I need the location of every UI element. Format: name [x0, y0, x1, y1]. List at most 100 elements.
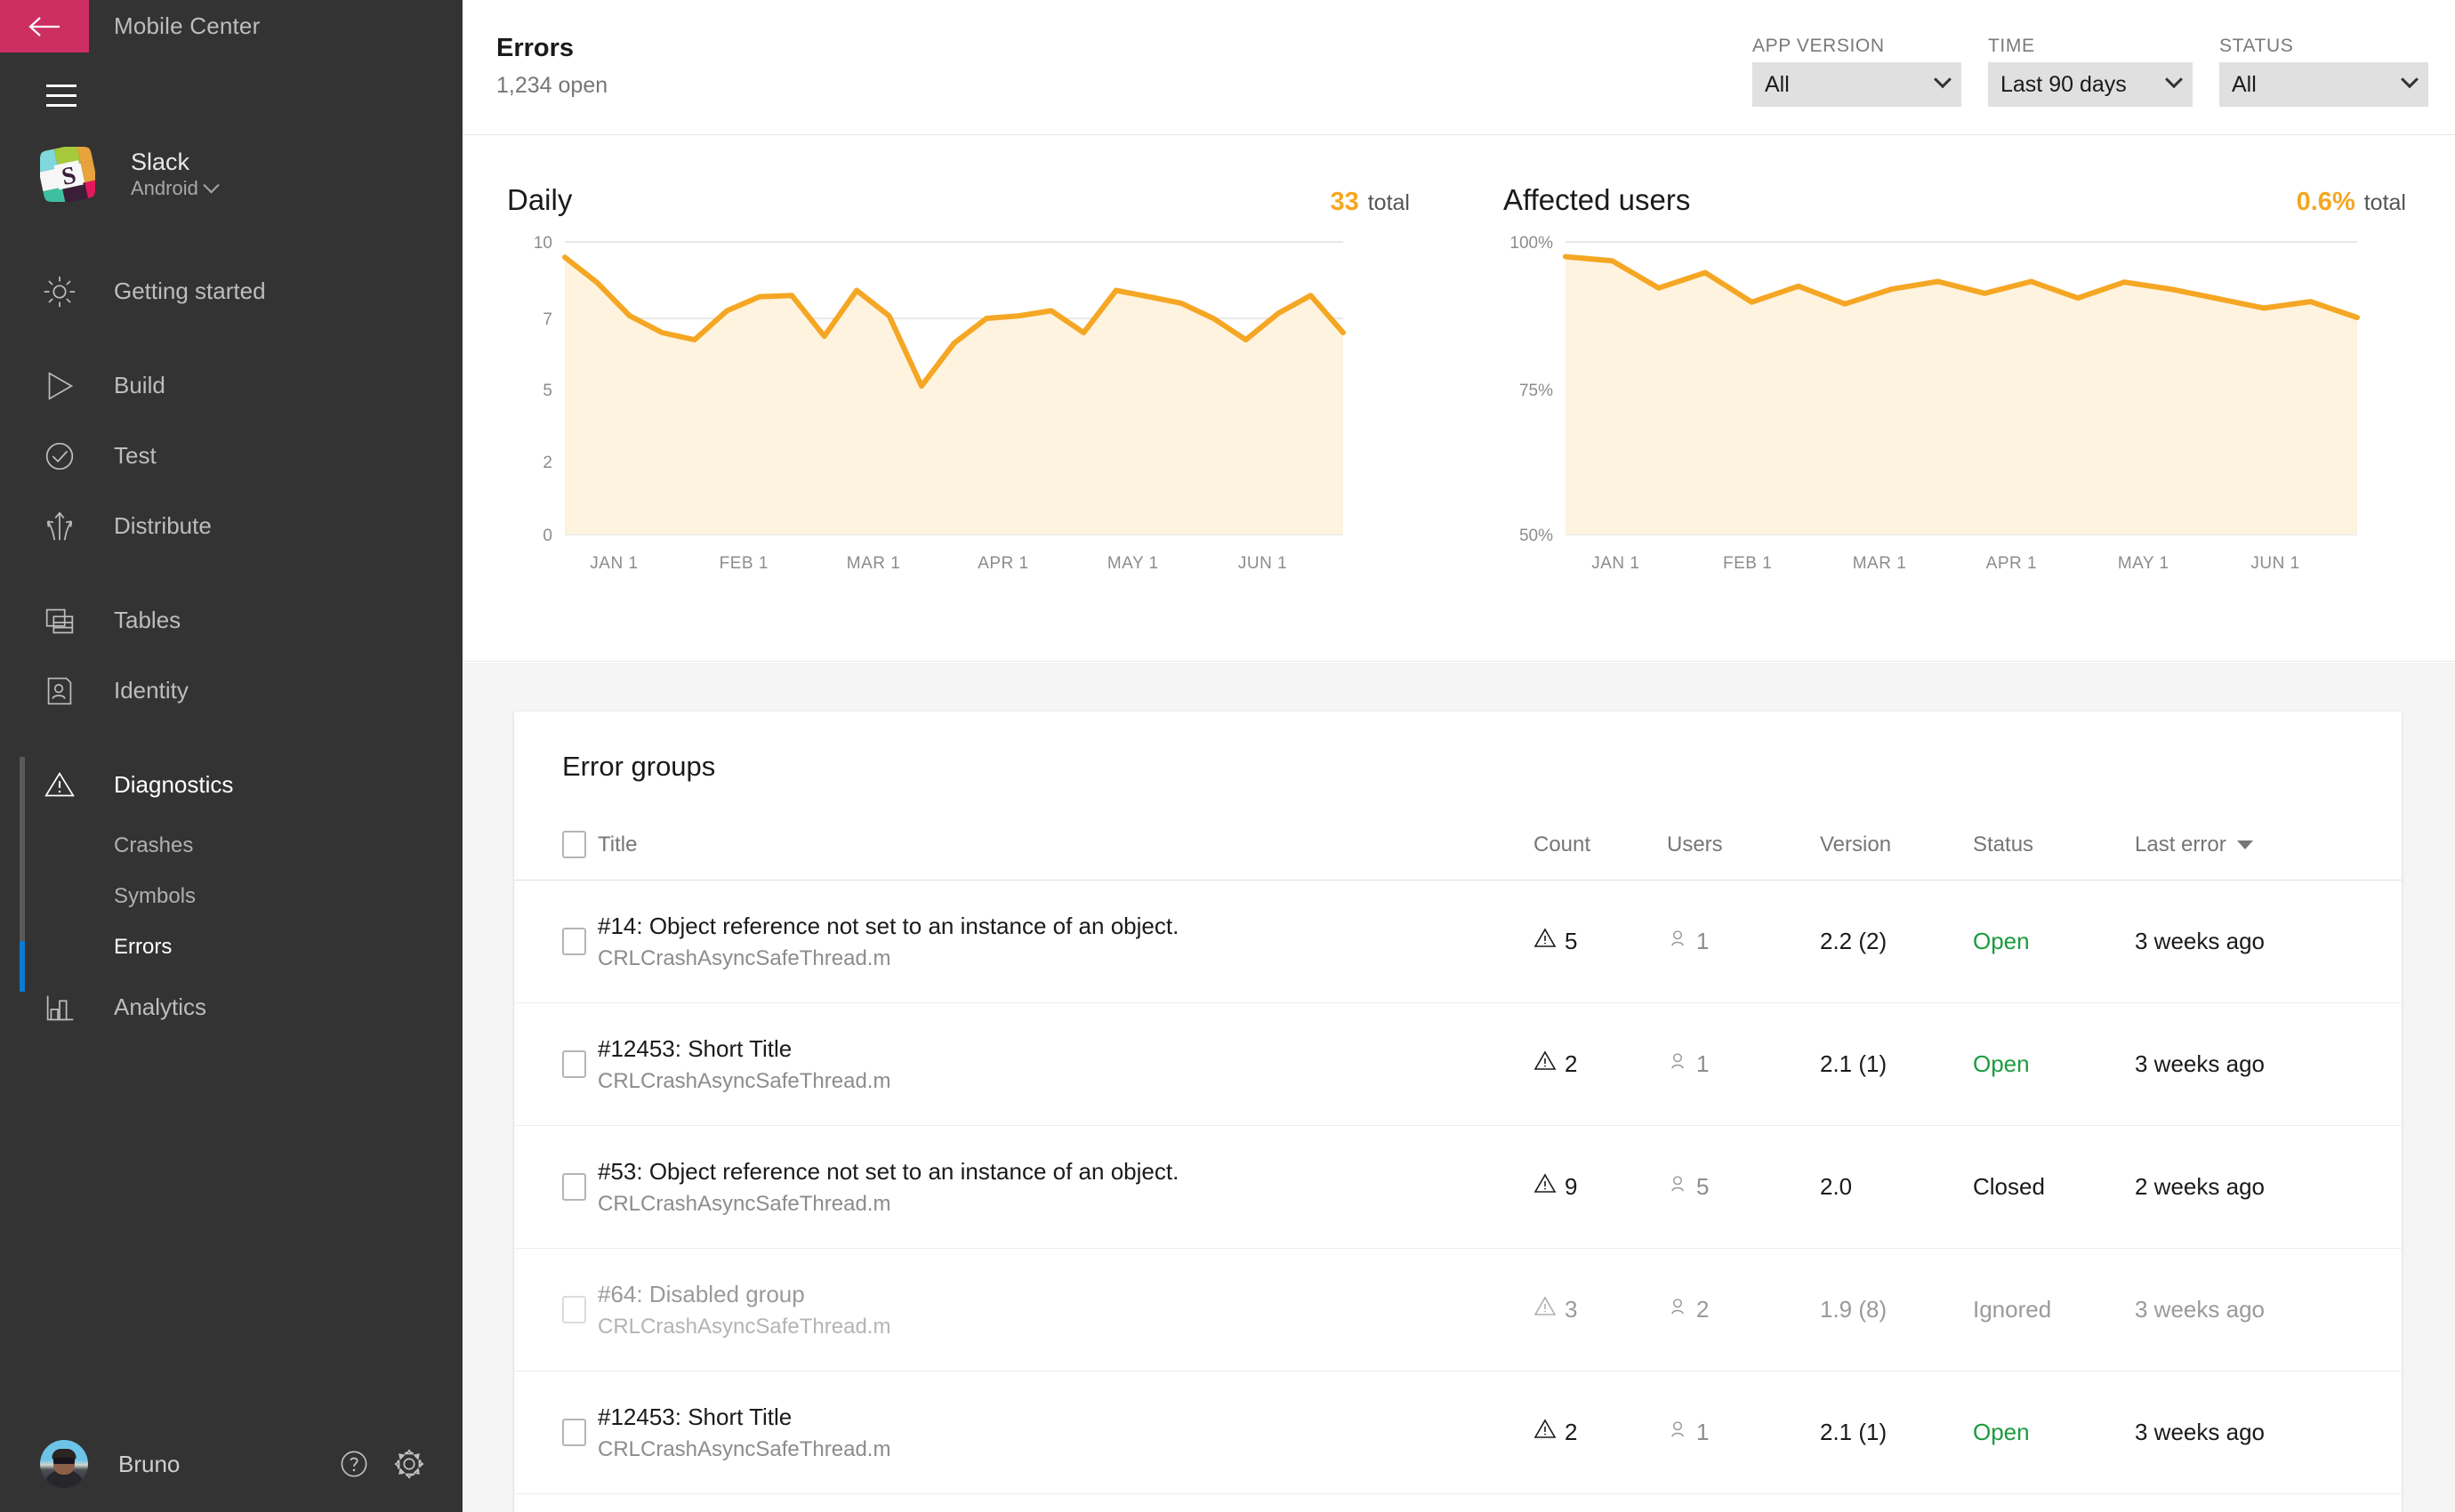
error-title: #14: Object reference not set to an inst… [598, 912, 1179, 939]
th-title[interactable]: Title [598, 816, 1533, 881]
question-circle-icon[interactable] [334, 1444, 374, 1484]
row-last-error-cell: 3 weeks ago [2135, 880, 2402, 1003]
error-groups-table: Title Count Users Version Status Last er… [514, 816, 2402, 1512]
users-value: 1 [1696, 1050, 1710, 1077]
row-select-cell [514, 1002, 598, 1126]
table-row[interactable]: #12453: Short Title CRLCrashAsyncSafeThre… [514, 1371, 2402, 1494]
sidebar-subitem-symbols[interactable]: Symbols [0, 871, 463, 921]
table-row[interactable]: #53: Object reference not set to an inst… [514, 1493, 2402, 1512]
y-tick-label: 2 [543, 454, 552, 472]
hamburger-icon[interactable] [46, 84, 76, 108]
row-count-cell: 9 [1533, 1493, 1667, 1512]
th-label: Count [1533, 832, 1591, 857]
user-icon [1667, 928, 1688, 955]
row-checkbox[interactable] [562, 1173, 586, 1201]
row-checkbox[interactable] [562, 1296, 586, 1323]
card-title: Error groups [562, 751, 716, 782]
app-selector[interactable]: S Slack Android [40, 147, 220, 202]
sidebar-item-label: Tables [114, 607, 181, 633]
x-tick-label: APR 1 [978, 554, 1028, 573]
sidebar-item-distribute[interactable]: Distribute [0, 491, 463, 561]
row-title-cell: #53: Object reference not set to an inst… [598, 1125, 1533, 1249]
back-button[interactable] [0, 0, 89, 52]
th-status[interactable]: Status [1973, 816, 2135, 881]
count-value: 2 [1565, 1419, 1578, 1445]
avatar[interactable] [40, 1440, 88, 1488]
row-status-cell: Open [1973, 1002, 2135, 1126]
chart-daily-svg: 10 7 5 2 0 JAN 1 FEB 1 MAR 1 APR 1 MAY 1 JUN 1 [534, 234, 1346, 573]
gear-icon[interactable] [390, 1444, 429, 1484]
sidebar-item-diagnostics[interactable]: Diagnostics [0, 750, 463, 820]
version-value: 1.9 (8) [1820, 1296, 1888, 1323]
sidebar-subitem-errors[interactable]: Errors [0, 921, 463, 972]
row-last-error-cell: 2 weeks ago [2135, 1125, 2402, 1249]
user-icon [1667, 1173, 1688, 1201]
th-version[interactable]: Version [1820, 816, 1973, 881]
error-file: CRLCrashAsyncSafeThread.m [598, 1191, 891, 1216]
warning-triangle-icon [40, 766, 79, 805]
filter-label: APP VERSION [1752, 36, 1885, 56]
row-users-cell: 1 [1667, 1002, 1820, 1126]
app-name: Slack [131, 149, 190, 175]
x-tick-label: FEB 1 [1723, 554, 1772, 573]
sidebar-item-tables[interactable]: Tables [0, 585, 463, 655]
select-all-checkbox[interactable] [562, 831, 586, 858]
row-version-cell: 2.2 (2) [1820, 880, 1973, 1003]
table-row[interactable]: #53: Object reference not set to an inst… [514, 1125, 2402, 1249]
app-version-select[interactable]: All [1752, 62, 1961, 107]
sidebar-subitem-label: Errors [114, 934, 173, 959]
x-tick-label: MAR 1 [847, 554, 901, 573]
sidebar-item-label: Getting started [114, 277, 266, 304]
table-row[interactable]: #12453: Short Title CRLCrashAsyncSafeThre… [514, 1002, 2402, 1126]
version-value: 2.2 (2) [1820, 928, 1888, 954]
status-badge: Open [1973, 1050, 2030, 1077]
row-users-cell: 1 [1667, 1371, 1820, 1494]
chart-affected-users: Affected users 0.6% total 100% 75% 50% JAN 1… [1459, 135, 2455, 661]
row-checkbox[interactable] [562, 1419, 586, 1446]
sidebar-subitem-crashes[interactable]: Crashes [0, 820, 463, 871]
sidebar: Mobile Center S Slack Android Getting st… [0, 0, 463, 1512]
time-select[interactable]: Last 90 days [1988, 62, 2193, 107]
page-header: Errors 1,234 open APP VERSION All TIME L… [463, 0, 2455, 135]
arrow-left-icon [28, 16, 60, 36]
error-title: #12453: Short Title [598, 1403, 793, 1430]
users-value: 1 [1696, 1419, 1710, 1445]
sidebar-item-identity[interactable]: Identity [0, 655, 463, 726]
x-tick-label: JAN 1 [1591, 554, 1639, 573]
slack-app-icon: S [40, 147, 95, 202]
y-tick-label: 50% [1519, 527, 1553, 545]
users-value: 2 [1696, 1296, 1710, 1323]
y-tick-label: 100% [1509, 234, 1553, 253]
x-tick-label: JUN 1 [1238, 554, 1287, 573]
row-count-cell: 2 [1533, 1002, 1667, 1126]
table-row[interactable]: #64: Disabled group CRLCrashAsyncSafeThre… [514, 1248, 2402, 1371]
th-count[interactable]: Count [1533, 816, 1667, 881]
y-tick-label: 0 [543, 527, 552, 545]
table-row[interactable]: #14: Object reference not set to an inst… [514, 880, 2402, 1003]
app-platform[interactable]: Android [131, 176, 220, 201]
status-badge: Open [1973, 1419, 2030, 1445]
count-value: 9 [1565, 1173, 1578, 1200]
row-checkbox[interactable] [562, 928, 586, 955]
status-select[interactable]: All [2219, 62, 2428, 107]
x-tick-label: FEB 1 [720, 554, 769, 573]
row-checkbox[interactable] [562, 1050, 586, 1078]
row-status-cell: Open [1973, 880, 2135, 1003]
th-users[interactable]: Users [1667, 816, 1820, 881]
chart-total: 0.6% total [2297, 188, 2406, 217]
error-title: #53: Object reference not set to an inst… [598, 1157, 1179, 1185]
sidebar-item-label: Identity [114, 677, 189, 704]
table-header: Title Count Users Version Status Last er… [514, 816, 2402, 881]
sidebar-item-getting-started[interactable]: Getting started [0, 256, 463, 326]
th-last-error[interactable]: Last error [2135, 816, 2402, 881]
warning-triangle-icon [1533, 927, 1557, 956]
sidebar-subitem-label: Symbols [114, 883, 197, 908]
row-count-cell: 3 [1533, 1248, 1667, 1371]
sidebar-item-analytics[interactable]: Analytics [0, 972, 463, 1042]
sidebar-item-build[interactable]: Build [0, 350, 463, 421]
app-root: Mobile Center S Slack Android Getting st… [0, 0, 2455, 1512]
count-value: 5 [1565, 928, 1578, 954]
sidebar-item-label: Build [114, 372, 165, 398]
sidebar-item-test[interactable]: Test [0, 421, 463, 491]
filter-value: All [2232, 71, 2257, 97]
